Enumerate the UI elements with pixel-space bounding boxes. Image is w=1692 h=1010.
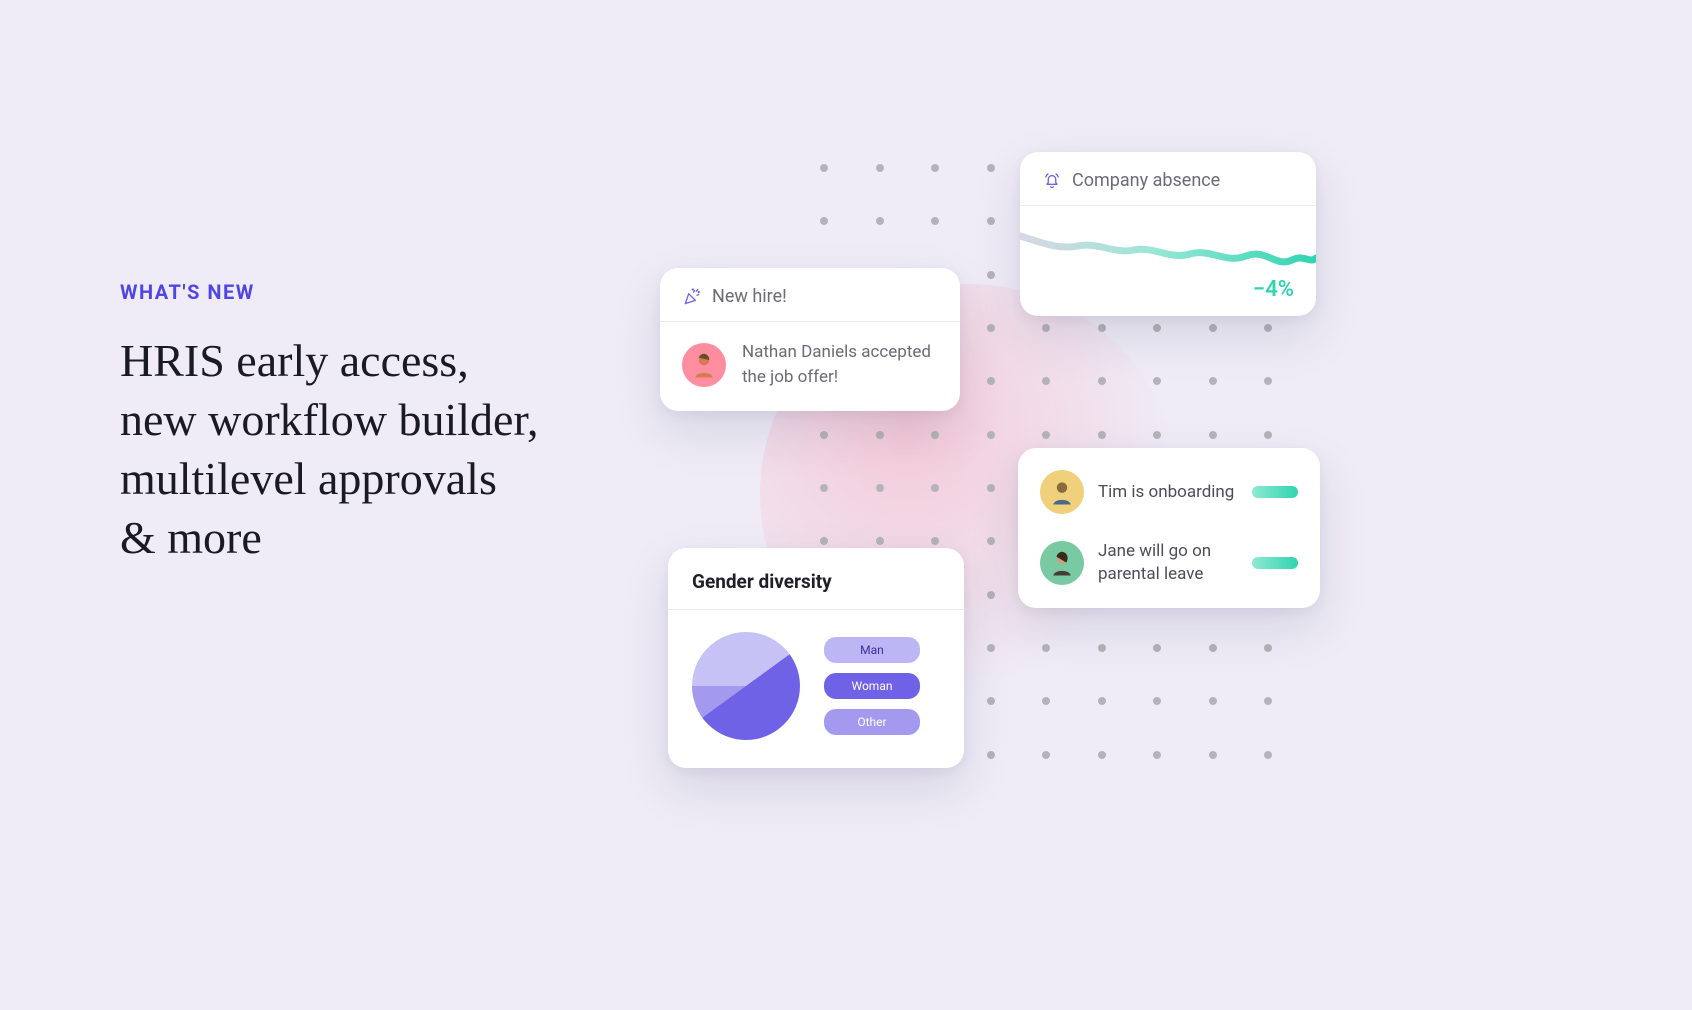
- avatar-nathan: [682, 343, 726, 387]
- card-new-hire: New hire! Nathan Daniels accepted the jo…: [660, 268, 960, 411]
- card-new-hire-header: New hire!: [660, 268, 960, 322]
- hero-headline: HRIS early access, new workflow builder,…: [120, 332, 680, 568]
- status-text-jane: Jane will go on parental leave: [1098, 540, 1238, 586]
- card-status-list: Tim is onboarding Jane will go on parent…: [1018, 448, 1320, 608]
- card-gender-diversity: Gender diversity Man Woman Other: [668, 548, 964, 768]
- hero-line-3: multilevel approvals: [120, 453, 497, 504]
- status-row-jane: Jane will go on parental leave: [1040, 540, 1298, 586]
- status-bar-jane: [1252, 557, 1298, 569]
- card-new-hire-title: New hire!: [712, 286, 787, 307]
- card-absence-title: Company absence: [1072, 170, 1220, 191]
- party-popper-icon: [682, 287, 702, 307]
- status-bar-tim: [1252, 486, 1298, 498]
- hero-line-2: new workflow builder,: [120, 394, 538, 445]
- absence-delta: −4%: [1253, 277, 1294, 302]
- status-row-tim: Tim is onboarding: [1040, 470, 1298, 514]
- new-hire-row: Nathan Daniels accepted the job offer!: [682, 340, 938, 389]
- status-text-tim: Tim is onboarding: [1098, 481, 1238, 504]
- card-gender-title: Gender diversity: [668, 548, 964, 610]
- hero-eyebrow: WHAT'S NEW: [120, 280, 680, 304]
- card-absence-header: Company absence: [1020, 152, 1316, 206]
- legend-woman: Woman: [824, 673, 920, 699]
- hero-block: WHAT'S NEW HRIS early access, new workfl…: [120, 280, 680, 568]
- legend-man: Man: [824, 637, 920, 663]
- gender-pie-chart: [692, 632, 800, 740]
- legend-other: Other: [824, 709, 920, 735]
- gender-legend: Man Woman Other: [824, 637, 920, 735]
- avatar-tim: [1040, 470, 1084, 514]
- absence-chart: −4%: [1020, 206, 1316, 316]
- new-hire-message: Nathan Daniels accepted the job offer!: [742, 340, 938, 389]
- avatar-jane: [1040, 541, 1084, 585]
- card-company-absence: Company absence −4%: [1020, 152, 1316, 316]
- bell-icon: [1042, 171, 1062, 191]
- hero-line-1: HRIS early access,: [120, 335, 469, 386]
- hero-line-4: & more: [120, 512, 262, 563]
